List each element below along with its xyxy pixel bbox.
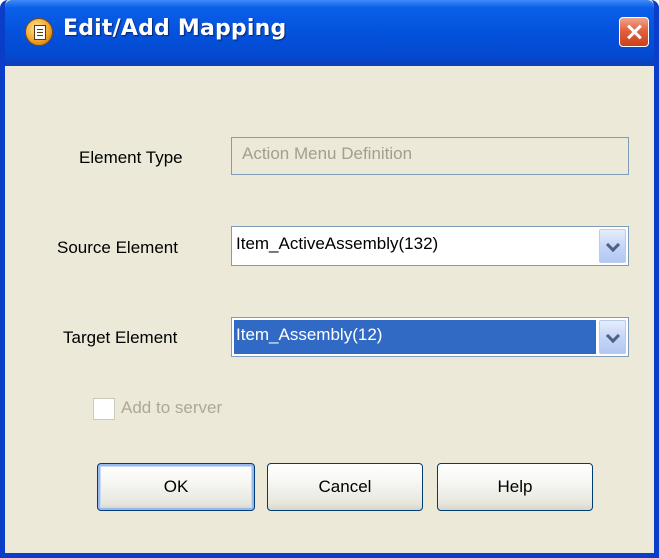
add-to-server-checkbox[interactable]	[93, 398, 115, 420]
close-icon[interactable]	[619, 17, 649, 47]
target-element-dropdown[interactable]: Item_Assembly(12)	[231, 317, 629, 357]
source-element-label: Source Element	[57, 238, 178, 257]
help-button[interactable]: Help	[437, 463, 593, 511]
source-element-value: Item_ActiveAssembly(132)	[236, 234, 439, 253]
app-icon	[25, 18, 53, 46]
cancel-button[interactable]: Cancel	[267, 463, 423, 511]
chevron-down-icon[interactable]	[599, 320, 626, 354]
ok-button[interactable]: OK	[97, 463, 255, 511]
title-bar[interactable]: Edit/Add Mapping	[5, 0, 654, 66]
dialog-title: Edit/Add Mapping	[63, 16, 287, 41]
chevron-down-icon[interactable]	[599, 229, 626, 263]
add-to-server-label: Add to server	[121, 398, 223, 417]
element-type-value: Action Menu Definition	[242, 144, 413, 163]
source-element-dropdown[interactable]: Item_ActiveAssembly(132)	[231, 226, 629, 266]
dialog-window: Edit/Add Mapping Element Type Action Men…	[0, 0, 659, 558]
target-element-label: Target Element	[63, 328, 178, 347]
element-type-label: Element Type	[79, 148, 183, 167]
element-type-field: Action Menu Definition	[231, 137, 629, 175]
target-element-value: Item_Assembly(12)	[236, 325, 383, 344]
